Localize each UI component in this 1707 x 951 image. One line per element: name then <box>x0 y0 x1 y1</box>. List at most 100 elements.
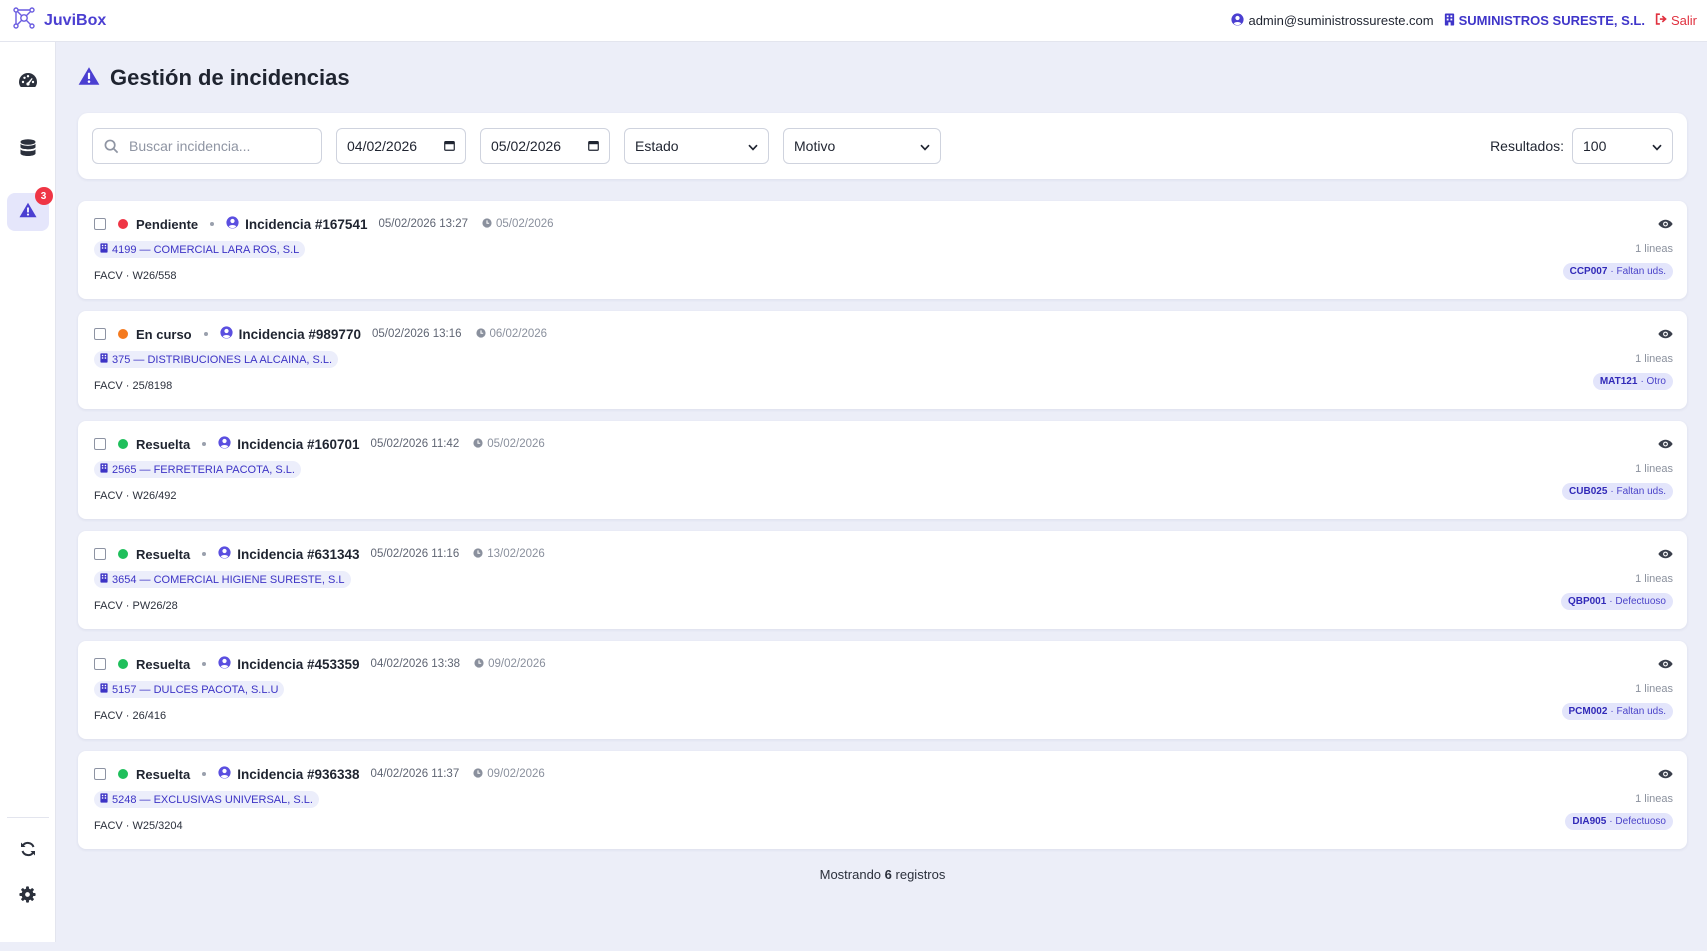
incident-date: 04/02/2026 11:37 <box>370 768 460 780</box>
building-icon <box>100 463 108 476</box>
client-name: 4199 — COMERCIAL LARA ROS, S.L <box>112 243 300 256</box>
eye-icon[interactable] <box>1658 216 1673 234</box>
client-name: 5248 — EXCLUSIVAS UNIVERSAL, S.L. <box>112 793 313 806</box>
product-code: QBP001 <box>1567 596 1607 607</box>
company-selector[interactable]: SUMINISTROS SURESTE, S.L. <box>1444 12 1645 29</box>
incident-title[interactable]: Incidencia #631343 <box>237 547 359 562</box>
client-tag[interactable]: 3654 — COMERCIAL HIGIENE SURESTE, S.L <box>94 571 351 588</box>
page-title: Gestión de incidencias <box>110 65 350 90</box>
document-ref: FACV · W26/558 <box>94 270 177 282</box>
dashboard-gauge-icon <box>18 72 38 93</box>
results-label: Resultados: <box>1490 138 1564 154</box>
product-tag: QBP001 · Defectuoso <box>1560 593 1673 610</box>
incident-title[interactable]: Incidencia #936338 <box>237 767 359 782</box>
product-tag: DIA905 · Defectuoso <box>1565 813 1673 830</box>
due-date: 06/02/2026 <box>475 327 547 341</box>
brand[interactable]: JuviBox <box>12 6 106 35</box>
select-checkbox[interactable] <box>94 328 106 340</box>
due-date-value: 09/02/2026 <box>487 768 545 780</box>
select-checkbox[interactable] <box>94 548 106 560</box>
status-dot <box>118 439 128 449</box>
incident-title[interactable]: Incidencia #989770 <box>239 327 361 342</box>
product-code: PCM002 <box>1568 706 1608 717</box>
calendar-icon <box>444 138 455 154</box>
product-reason: · Defectuoso <box>1609 596 1666 607</box>
client-tag[interactable]: 2565 — FERRETERIA PACOTA, S.L. <box>94 461 301 478</box>
sidebar-item-incidencias[interactable]: 3 <box>6 187 53 231</box>
incident-card[interactable]: Pendiente Incidencia #167541 05/02/2026 … <box>78 201 1687 299</box>
status-dot <box>118 549 128 559</box>
incident-date: 05/02/2026 11:42 <box>370 438 460 450</box>
incident-list: Pendiente Incidencia #167541 05/02/2026 … <box>78 201 1687 849</box>
eye-icon[interactable] <box>1658 656 1673 674</box>
records-count: Mostrando 6 registros <box>78 867 1687 882</box>
sidebar-item-refresh[interactable] <box>7 832 49 870</box>
incident-card[interactable]: Resuelta Incidencia #631343 05/02/2026 1… <box>78 531 1687 629</box>
select-checkbox[interactable] <box>94 438 106 450</box>
logout-button[interactable]: Salir <box>1655 13 1697 28</box>
eye-icon[interactable] <box>1658 436 1673 454</box>
date-from-input[interactable]: 04/02/2026 <box>336 128 466 164</box>
select-checkbox[interactable] <box>94 658 106 670</box>
user-circle-icon <box>218 436 231 452</box>
status-dot <box>118 329 128 339</box>
client-name: 375 — DISTRIBUCIONES LA ALCAINA, S.L. <box>112 353 333 366</box>
eye-icon[interactable] <box>1658 326 1673 344</box>
due-date-value: 05/02/2026 <box>487 438 545 450</box>
lines-count: 1 lineas <box>1635 573 1673 585</box>
results-select[interactable]: 100 <box>1572 128 1673 164</box>
refresh-icon <box>20 841 36 862</box>
select-checkbox[interactable] <box>94 768 106 780</box>
building-icon <box>1444 12 1455 29</box>
due-date-value: 09/02/2026 <box>488 658 546 670</box>
network-logo-icon <box>12 6 36 35</box>
warning-triangle-icon <box>78 66 100 91</box>
client-tag[interactable]: 5248 — EXCLUSIVAS UNIVERSAL, S.L. <box>94 791 319 808</box>
notification-badge: 3 <box>34 187 53 205</box>
incident-date: 05/02/2026 13:27 <box>378 218 468 230</box>
records-prefix: Mostrando <box>819 867 882 882</box>
select-checkbox[interactable] <box>94 218 106 230</box>
search-placeholder: Buscar incidencia... <box>129 138 251 154</box>
user-circle-icon <box>218 546 231 562</box>
client-tag[interactable]: 5157 — DULCES PACOTA, S.L.U <box>94 681 285 698</box>
clock-icon <box>473 767 483 781</box>
sidebar-item-dashboard[interactable] <box>7 63 49 101</box>
incident-title[interactable]: Incidencia #160701 <box>237 437 359 452</box>
product-code: CUB025 <box>1569 486 1608 497</box>
user-account[interactable]: admin@suministrossureste.com <box>1231 12 1434 29</box>
building-icon <box>100 243 108 256</box>
lines-count: 1 lineas <box>1635 463 1673 475</box>
building-icon <box>100 683 108 696</box>
incident-card[interactable]: Resuelta Incidencia #160701 05/02/2026 1… <box>78 421 1687 519</box>
warning-triangle-icon <box>19 202 37 223</box>
date-to-input[interactable]: 05/02/2026 <box>480 128 610 164</box>
sidebar: 3 <box>0 42 56 942</box>
search-input[interactable]: Buscar incidencia... <box>92 128 322 164</box>
incident-card[interactable]: Resuelta Incidencia #936338 04/02/2026 1… <box>78 751 1687 849</box>
due-date: 05/02/2026 <box>473 437 545 451</box>
motivo-select[interactable]: Motivo <box>783 128 941 164</box>
separator-dot <box>202 662 207 666</box>
incident-title[interactable]: Incidencia #453359 <box>237 657 359 672</box>
eye-icon[interactable] <box>1658 546 1673 564</box>
client-tag[interactable]: 375 — DISTRIBUCIONES LA ALCAINA, S.L. <box>94 351 339 368</box>
separator-dot <box>202 552 207 556</box>
estado-select[interactable]: Estado <box>624 128 769 164</box>
status-dot <box>118 659 128 669</box>
sidebar-item-database[interactable] <box>7 131 49 169</box>
sidebar-divider <box>6 817 49 818</box>
incident-card[interactable]: En curso Incidencia #989770 05/02/2026 1… <box>78 311 1687 409</box>
lines-count: 1 lineas <box>1635 683 1673 695</box>
status-label: Resuelta <box>136 656 191 672</box>
due-date: 09/02/2026 <box>474 657 546 671</box>
eye-icon[interactable] <box>1658 766 1673 784</box>
status-label: En curso <box>136 326 192 342</box>
incident-card[interactable]: Resuelta Incidencia #453359 04/02/2026 1… <box>78 641 1687 739</box>
building-icon <box>100 353 108 366</box>
status-label: Resuelta <box>136 546 191 562</box>
client-name: 2565 — FERRETERIA PACOTA, S.L. <box>112 463 295 476</box>
sidebar-item-settings[interactable] <box>7 878 49 916</box>
client-tag[interactable]: 4199 — COMERCIAL LARA ROS, S.L <box>94 241 306 258</box>
incident-title[interactable]: Incidencia #167541 <box>245 217 367 232</box>
